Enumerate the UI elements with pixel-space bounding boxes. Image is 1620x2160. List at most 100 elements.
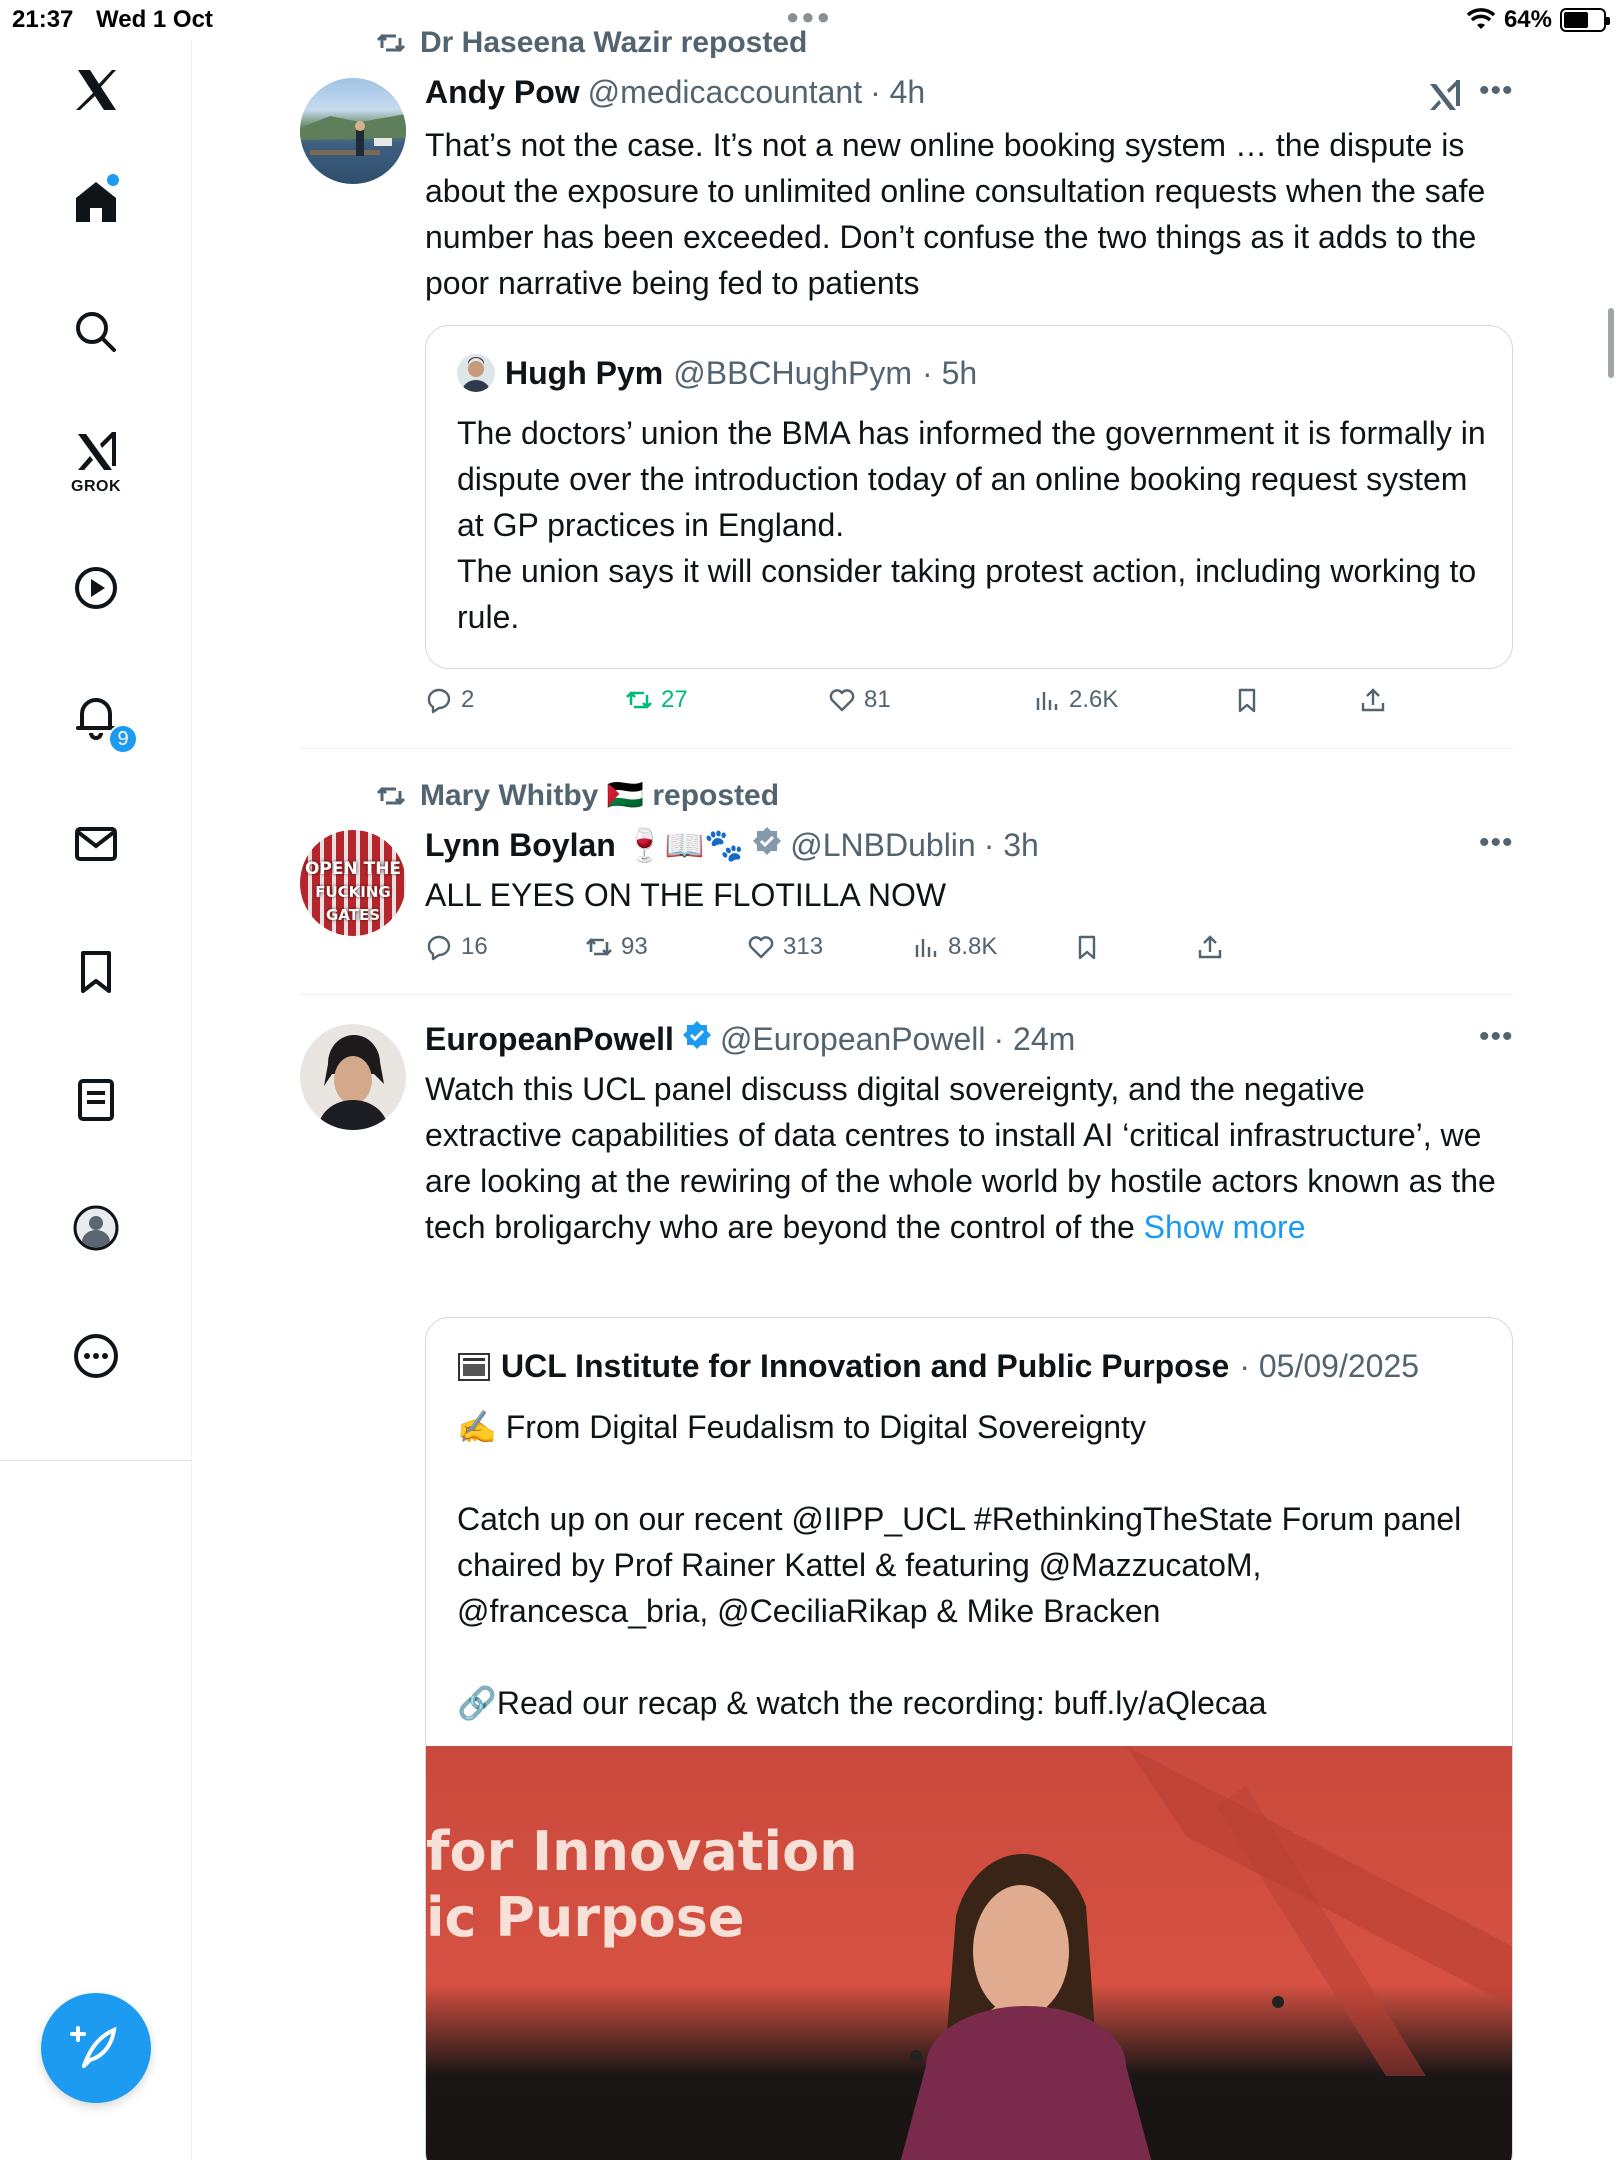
quoted-post-time[interactable]: · 05/09/2025 [1239,1348,1419,1385]
view-count: 2.6K [1069,686,1119,713]
scrollbar-thumb[interactable] [1608,308,1614,378]
sidebar-divider [0,1460,192,1461]
embedded-video-thumbnail[interactable]: for Innovation ic Purpose [426,1746,1512,2160]
post-text: That’s not the case. It’s not a new onli… [425,127,1486,301]
heart-icon [748,936,774,959]
compose-post-button[interactable] [41,1993,151,2103]
repost-by-text[interactable]: Mary Whitby 🇵🇸 reposted [420,778,779,813]
post-actions: 16 93 313 8.8K [425,933,1515,973]
views-chart-icon [915,939,937,957]
bookmark-icon [1238,688,1256,713]
reply-count: 16 [461,933,488,960]
more-options-icon[interactable]: ••• [1479,1020,1514,1054]
post-divider [300,994,1514,995]
quoted-header: Hugh Pym @BBCHughPym · 5h [457,354,977,392]
repost-by-text[interactable]: Dr Haseena Wazir reposted [420,26,807,60]
notifications-badge: 9 [108,724,138,754]
share-button[interactable] [1196,933,1224,961]
verified-badge-icon[interactable] [682,1020,712,1050]
bookmarks-icon[interactable] [56,932,136,1012]
home-unread-dot [107,174,119,186]
verified-badge-icon[interactable] [752,826,782,856]
repost-icon [376,33,406,53]
views-button[interactable]: 8.8K [912,933,997,961]
more-options-icon[interactable]: ••• [1479,74,1514,108]
status-bar: 21:37 Wed 1 Oct ●●● 64% [0,0,1620,40]
author-handle[interactable]: @medicaccountant [588,74,862,111]
share-button[interactable] [1359,686,1387,714]
reply-button[interactable]: 2 [425,686,474,714]
bookmark-button[interactable] [1233,686,1261,714]
grok-explain-icon[interactable] [1426,76,1462,112]
quoted-author-name[interactable]: Hugh Pym [505,355,663,392]
avatar[interactable]: OPEN THE FUCKING GATES [300,830,406,936]
author-handle[interactable]: @LNBDublin [790,827,975,864]
compose-feather-icon [70,2026,117,2068]
video-overlay-text-1: for Innovation [426,1820,858,1883]
views-chart-icon [1036,692,1058,710]
post-divider [300,748,1514,749]
share-icon [1361,688,1385,712]
quoted-text: The doctors’ union the BMA has informed … [457,415,1486,635]
video-play-icon[interactable] [56,548,136,628]
reply-icon [427,688,451,714]
repost-button[interactable]: 27 [625,686,688,714]
battery-level [1564,12,1589,28]
reply-count: 2 [461,686,475,713]
repost-count: 93 [621,933,648,960]
repost-context: Dr Haseena Wazir reposted [376,26,807,60]
avatar-text-line-1: OPEN THE [304,859,402,879]
like-button[interactable]: 313 [747,933,823,961]
quoted-post[interactable]: UCL Institute for Innovation and Public … [425,1317,1513,2160]
lists-icon[interactable] [56,1060,136,1140]
post-text: ALL EYES ON THE FLOTILLA NOW [425,877,947,913]
post-time[interactable]: · 4h [870,74,925,111]
quoted-avatar-iipp-logo-icon[interactable] [457,1350,491,1384]
grok-label: GROK [71,478,121,495]
post-text-body: Watch this UCL panel discuss digital sov… [425,1071,1496,1245]
status-right: 64% [1466,6,1610,34]
like-button[interactable]: 81 [828,686,891,714]
quoted-author-name[interactable]: UCL Institute for Innovation and Public … [501,1348,1229,1385]
post-time[interactable]: · 24m [993,1021,1075,1058]
quoted-avatar[interactable] [457,354,495,392]
tweet-header: Andy Pow @medicaccountant · 4h [425,74,925,111]
author-name[interactable]: Lynn Boylan 🍷📖🐾 [425,826,744,864]
avatar[interactable] [300,1024,406,1130]
home-icon[interactable] [56,162,136,242]
post-text: Watch this UCL panel discuss digital sov… [425,1066,1505,1250]
reply-button[interactable]: 16 [425,933,488,961]
profile-icon[interactable] [56,1188,136,1268]
avatar-text-line-2: FUCKING GATES [315,883,391,924]
tweet-header: EuropeanPowell @EuropeanPowell · 24m [425,1020,1075,1058]
quoted-text-line-1: ✍️ From Digital Feudalism to Digital Sov… [457,1409,1146,1445]
repost-button[interactable]: 93 [585,933,648,961]
more-options-icon[interactable] [56,1316,136,1396]
repost-count: 27 [661,686,688,713]
quoted-text-line-3: 🔗Read our recap & watch the recording: b… [457,1685,1267,1721]
messages-mail-icon[interactable] [56,804,136,884]
quoted-author-handle[interactable]: @BBCHughPym [673,355,912,392]
avatar[interactable] [300,78,406,184]
bookmark-button[interactable] [1073,933,1101,961]
views-button[interactable]: 2.6K [1033,686,1118,714]
quoted-header: UCL Institute for Innovation and Public … [457,1348,1419,1385]
quoted-text-line-2: Catch up on our recent @IIPP_UCL #Rethin… [457,1501,1462,1629]
status-date: Wed 1 Oct [96,6,213,33]
like-count: 81 [864,686,891,713]
video-overlay-text-2: ic Purpose [426,1886,745,1949]
post-actions: 2 27 81 2.6K [425,686,1515,726]
author-name[interactable]: Andy Pow [425,74,580,111]
search-icon[interactable] [56,292,136,372]
quoted-post-time[interactable]: · 5h [922,355,977,392]
repost-icon [376,786,406,805]
battery-icon [1560,8,1610,32]
post-time[interactable]: · 3h [984,827,1039,864]
more-options-icon[interactable]: ••• [1479,826,1514,860]
share-icon [1198,935,1222,959]
show-more-link[interactable]: Show more [1144,1209,1306,1245]
quoted-post[interactable]: Hugh Pym @BBCHughPym · 5h The doctors’ u… [425,325,1513,669]
author-name[interactable]: EuropeanPowell [425,1021,674,1058]
author-handle[interactable]: @EuropeanPowell [720,1021,986,1058]
x-logo-icon[interactable] [56,50,136,130]
